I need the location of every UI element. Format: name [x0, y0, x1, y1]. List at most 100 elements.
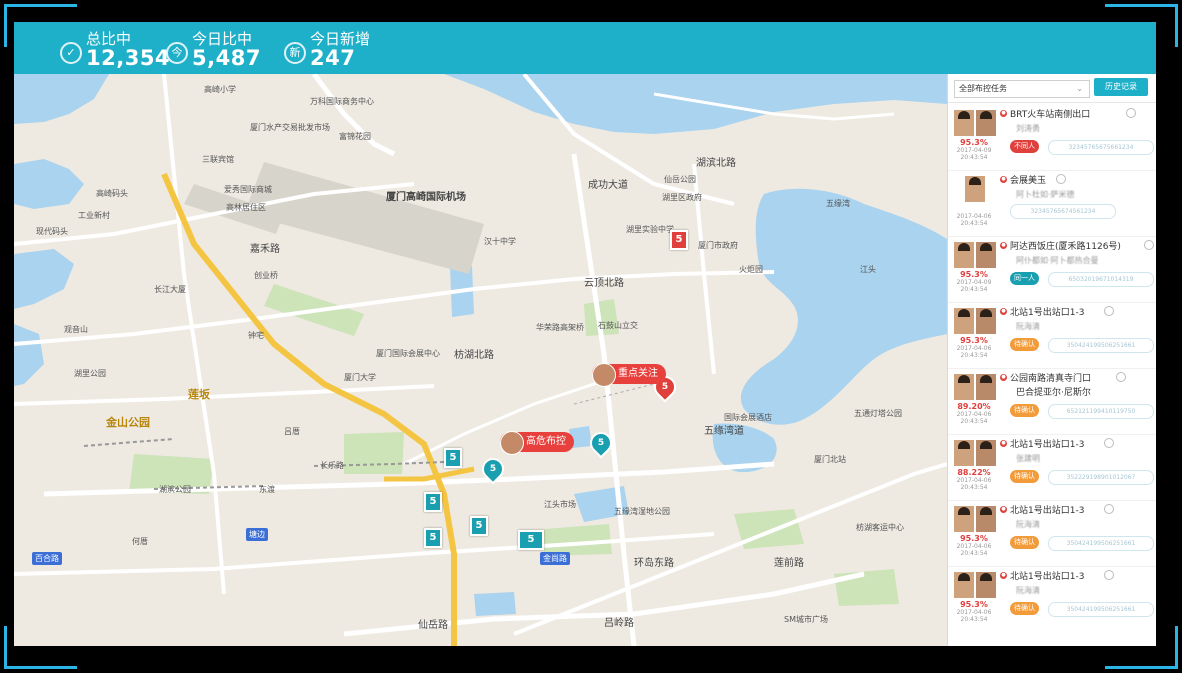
view-icon[interactable] — [1116, 372, 1126, 382]
map-label-place: 现代码头 — [36, 227, 68, 236]
capture-photo — [954, 572, 974, 598]
map-label-road: 仙岳路 — [418, 620, 448, 631]
alert-item[interactable]: 95.3% 2017-04-09 20:43:54 ● BRT火车站南侧出口 刘涛… — [948, 104, 1156, 171]
location-icon: ● — [1000, 572, 1007, 579]
app-window: ✓ 总比中 12,354 今 今日比中 5,487 新 今日新增 247 高崎小… — [14, 22, 1156, 646]
map-label-place: 高林居住区 — [226, 203, 266, 212]
map-label-place: 五通灯塔公园 — [854, 409, 902, 418]
stat-today-new-value: 247 — [310, 46, 356, 70]
history-button[interactable]: 历史记录 — [1094, 78, 1148, 96]
sidebar-toolbar: 全部布控任务 ⌄ 历史记录 — [948, 74, 1156, 103]
map-label-place: 江头 — [860, 265, 876, 274]
id-number: 652121199410119750 — [1048, 404, 1154, 419]
alert-location: 北站1号出站口1-3 — [1010, 506, 1085, 516]
map-label-road: 莲前路 — [774, 558, 804, 569]
stat-today-match-value: 5,487 — [192, 46, 261, 70]
map-label-road: 湖滨北路 — [696, 158, 736, 169]
location-icon: ● — [1000, 110, 1007, 117]
match-status-badge[interactable]: 待确认 — [1010, 536, 1039, 549]
map-label-road: 嘉禾路 — [250, 244, 280, 255]
alert-item[interactable]: 2017-04-06 20:43:54 ● 会展美玉 阿卜杜如·萨米德 32345… — [948, 170, 1156, 237]
view-icon[interactable] — [1144, 240, 1154, 250]
alert-item[interactable]: 95.3% 2017-04-06 20:43:54 ● 北站1号出站口1-3 阮海… — [948, 302, 1156, 369]
map-label-place: 厦门市政府 — [698, 241, 738, 250]
capture-photo — [954, 374, 974, 400]
alert-item[interactable]: 89.20% 2017-04-06 20:43:54 ● 公园南路清真寺门口 巴合… — [948, 368, 1156, 435]
map-label-place: 三联宾馆 — [202, 155, 234, 164]
map-marker-camera[interactable]: 5 — [424, 528, 442, 548]
map-label-place: 仙岳公园 — [664, 175, 696, 184]
alert-datetime: 2017-04-06 20:43:54 — [956, 543, 992, 557]
location-icon: ● — [1000, 374, 1007, 381]
view-icon[interactable] — [1104, 504, 1114, 514]
map-marker-camera[interactable]: 5 — [444, 448, 462, 468]
capture-photo — [954, 506, 974, 532]
view-icon[interactable] — [1104, 570, 1114, 580]
map-label-place: 万科国际商务中心 — [310, 97, 374, 106]
match-status-badge[interactable]: 待确认 — [1010, 338, 1039, 351]
alert-item[interactable]: 95.3% 2017-04-06 20:43:54 ● 北站1号出站口1-3 阮海… — [948, 566, 1156, 632]
map-label-road: 成功大道 — [588, 180, 628, 191]
view-icon[interactable] — [1104, 306, 1114, 316]
map-label-place: 高崎码头 — [96, 189, 128, 198]
person-name: 阮海清 — [1016, 586, 1040, 595]
today-icon: 今 — [166, 42, 188, 64]
map-alert-bubble-label: 高危布控 — [526, 436, 566, 447]
map-label-place: 爱秀国际商城 — [224, 185, 272, 194]
match-status-badge[interactable]: 同一人 — [1010, 272, 1039, 285]
map-view[interactable]: 高崎小学 厦门水产交易批发市场 万科国际商务中心 富锦花园 三联宾馆 爱秀国际商… — [14, 74, 947, 646]
map-label-place: 湖里公园 — [74, 369, 106, 378]
map-label-place: 五缘湾湿地公园 — [614, 507, 670, 516]
capture-photo — [954, 440, 974, 466]
location-icon: ● — [1000, 440, 1007, 447]
map-label-place: 莲坂 — [188, 388, 210, 401]
view-icon[interactable] — [1104, 438, 1114, 448]
alert-item[interactable]: 95.3% 2017-04-06 20:43:54 ● 北站1号出站口1-3 阮海… — [948, 500, 1156, 567]
capture-photo — [954, 110, 974, 136]
map-alert-bubble-high-risk[interactable]: 高危布控 — [500, 431, 574, 455]
match-percent: 95.3% — [960, 138, 988, 147]
id-number: 350424199506251661 — [1048, 602, 1154, 617]
map-marker-camera[interactable]: 5 — [470, 516, 488, 536]
map-label-road: 云顶北路 — [584, 278, 624, 289]
map-label-road: 五缘湾道 — [704, 426, 744, 437]
match-percent: 95.3% — [960, 534, 988, 543]
match-percent: 95.3% — [960, 270, 988, 279]
map-label-place: 工业新村 — [78, 211, 110, 220]
match-status-badge[interactable]: 不同人 — [1010, 140, 1039, 153]
view-icon[interactable] — [1056, 174, 1066, 184]
map-alert-bubble-focus[interactable]: 重点关注 — [592, 363, 666, 387]
alert-item[interactable]: 95.3% 2017-04-09 20:43:54 ● 阿达西饭庄(厦禾路1126… — [948, 236, 1156, 303]
alert-location: BRT火车站南侧出口 — [1010, 110, 1091, 120]
map-label-place: 湖里实验中学 — [626, 225, 674, 234]
match-status-badge[interactable]: 待确认 — [1010, 602, 1039, 615]
capture-photo — [965, 176, 985, 202]
alert-datetime: 2017-04-06 20:43:54 — [956, 477, 992, 491]
match-percent: 95.3% — [960, 336, 988, 345]
id-photo — [976, 506, 996, 532]
match-percent: 95.3% — [960, 600, 988, 609]
alert-location: 北站1号出站口1-3 — [1010, 308, 1085, 318]
map-label-place: 吕厝 — [284, 427, 300, 436]
map-label-road: 枋湖北路 — [454, 350, 494, 361]
map-label-place: 湖里区政府 — [662, 193, 702, 202]
map-label-place: 厦门大学 — [344, 373, 376, 382]
map-marker-camera[interactable]: 5 — [670, 230, 688, 250]
map-label-place: 五缘湾 — [826, 199, 850, 208]
map-label-place: 枋湖客运中心 — [856, 523, 904, 532]
map-marker-camera-group[interactable]: 5 — [518, 530, 544, 550]
map-label-place: 江头市场 — [544, 500, 576, 509]
match-status-badge[interactable]: 待确认 — [1010, 470, 1039, 483]
map-label-place: 湖滨公园 — [159, 485, 191, 494]
alert-datetime: 2017-04-06 20:43:54 — [956, 411, 992, 425]
match-status-badge[interactable]: 待确认 — [1010, 404, 1039, 417]
map-marker-camera[interactable]: 5 — [424, 492, 442, 512]
id-photo — [976, 242, 996, 268]
alert-location: 阿达西饭庄(厦禾路1126号) — [1010, 242, 1121, 252]
view-icon[interactable] — [1126, 108, 1136, 118]
map-label-place: 创业桥 — [254, 271, 278, 280]
person-name: 刘涛勇 — [1016, 124, 1040, 133]
task-filter-select[interactable]: 全部布控任务 ⌄ — [954, 80, 1090, 98]
alert-item[interactable]: 88.22% 2017-04-06 20:43:54 ● 北站1号出站口1-3 张… — [948, 434, 1156, 501]
id-photo — [976, 374, 996, 400]
